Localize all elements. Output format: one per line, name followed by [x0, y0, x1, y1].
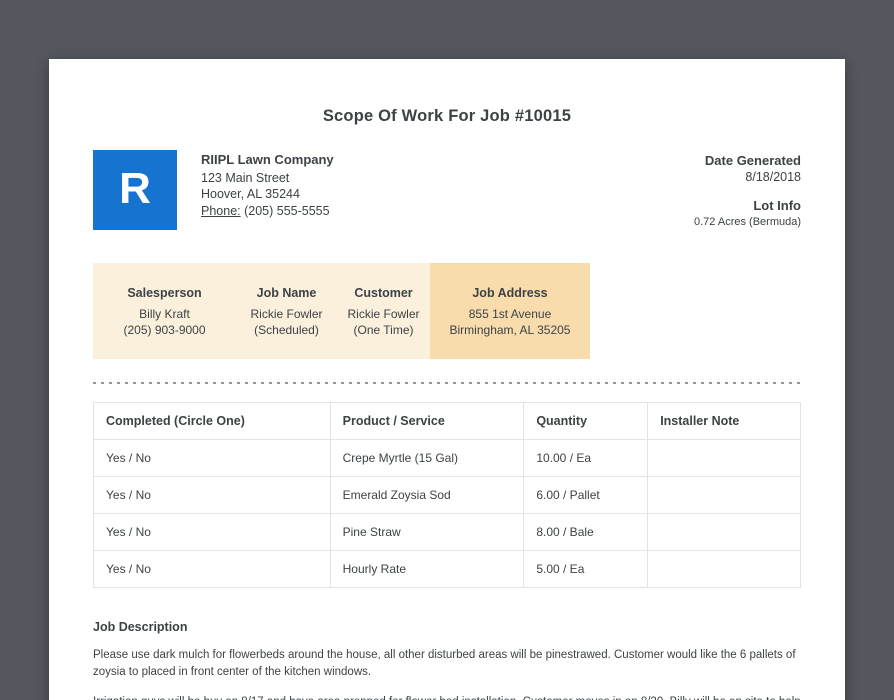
date-generated-label: Date Generated	[704, 153, 801, 168]
company-name: RIIPL Lawn Company	[201, 152, 334, 167]
band-column-job-address: Job Address 855 1st Avenue Birmingham, A…	[430, 263, 590, 359]
header-completed: Completed (Circle One)	[93, 402, 331, 440]
cell-installer-note	[647, 476, 801, 514]
page-title: Scope Of Work For Job #10015	[322, 107, 572, 125]
document-meta: Date Generated 8/18/2018 Lot Info 0.72 A…	[694, 150, 801, 230]
header-product-service: Product / Service	[329, 402, 525, 440]
logo-letter-icon: R	[119, 164, 151, 213]
band-line1: Rickie Fowler	[250, 307, 323, 321]
scope-of-work-table: Completed (Circle One) Product / Service…	[93, 402, 801, 588]
app-backdrop: { "page": { "title": "Scope Of Work For …	[0, 0, 894, 700]
header-installer-note: Installer Note	[647, 402, 801, 440]
meta-spacer	[694, 185, 801, 198]
band-line2: (Scheduled)	[254, 323, 319, 337]
band-column-customer: Customer Rickie Fowler (One Time)	[337, 263, 430, 359]
phone-number: (205) 555-5555	[244, 203, 330, 218]
cell-quantity: 5.00 / Ea	[523, 550, 649, 588]
band-label: Job Name	[256, 286, 317, 300]
cell-completed: Yes / No	[93, 513, 331, 551]
cell-quantity: 6.00 / Pallet	[523, 476, 649, 514]
document-header: R RIIPL Lawn Company 123 Main Street Hoo…	[93, 150, 801, 230]
cell-completed: Yes / No	[93, 439, 331, 477]
band-column-job-name: Job Name Rickie Fowler (Scheduled)	[236, 263, 337, 359]
table-row: Yes / No Hourly Rate 5.00 / Ea	[93, 550, 801, 588]
band-line2: (205) 903-9000	[123, 323, 206, 337]
job-description-heading: Job Description	[93, 620, 188, 634]
company-phone: Phone: (205) 555-5555	[201, 203, 334, 220]
cell-installer-note	[647, 439, 801, 477]
table-row: Yes / No Emerald Zoysia Sod 6.00 / Palle…	[93, 476, 801, 514]
company-logo: R	[93, 150, 177, 230]
table-header-row: Completed (Circle One) Product / Service…	[93, 402, 801, 440]
lot-info-value: 0.72 Acres (Bermuda)	[694, 216, 801, 228]
lot-info-label: Lot Info	[753, 198, 801, 213]
job-description-paragraph: Please use dark mulch for flowerbeds aro…	[93, 649, 796, 678]
band-line2: (One Time)	[353, 323, 414, 337]
document-page: Scope Of Work For Job #10015 R RIIPL Law…	[49, 59, 845, 700]
job-description-paragraph: Irrigation guys will be buy on 8/17 and …	[93, 694, 801, 700]
cell-product: Crepe Myrtle (15 Gal)	[329, 439, 525, 477]
header-quantity: Quantity	[523, 402, 649, 440]
cell-product: Pine Straw	[329, 513, 525, 551]
date-generated-value: 8/18/2018	[745, 170, 801, 184]
company-address-line1: 123 Main Street	[201, 170, 290, 185]
company-address-line2: Hoover, AL 35244	[201, 187, 300, 201]
band-line2: Birmingham, AL 35205	[449, 323, 571, 337]
cell-quantity: 10.00 / Ea	[523, 439, 649, 477]
table-row: Yes / No Pine Straw 8.00 / Bale	[93, 513, 801, 551]
dashed-divider	[93, 382, 801, 384]
band-line1: Rickie Fowler	[347, 307, 420, 321]
band-label: Salesperson	[127, 286, 202, 300]
cell-quantity: 8.00 / Bale	[523, 513, 649, 551]
company-info: RIIPL Lawn Company 123 Main Street Hoove…	[201, 150, 334, 219]
band-column-salesperson: Salesperson Billy Kraft (205) 903-9000	[93, 263, 236, 359]
cell-completed: Yes / No	[93, 550, 331, 588]
band-line1: 855 1st Avenue	[468, 307, 552, 321]
table-row: Yes / No Crepe Myrtle (15 Gal) 10.00 / E…	[93, 439, 801, 477]
band-label: Job Address	[472, 286, 548, 300]
job-info-band: Salesperson Billy Kraft (205) 903-9000 J…	[93, 263, 590, 359]
cell-installer-note	[647, 550, 801, 588]
cell-installer-note	[647, 513, 801, 551]
phone-label: Phone:	[201, 203, 241, 218]
band-line1: Billy Kraft	[139, 307, 190, 321]
cell-product: Emerald Zoysia Sod	[329, 476, 525, 514]
cell-completed: Yes / No	[93, 476, 331, 514]
cell-product: Hourly Rate	[329, 550, 525, 588]
band-label: Customer	[354, 286, 413, 300]
